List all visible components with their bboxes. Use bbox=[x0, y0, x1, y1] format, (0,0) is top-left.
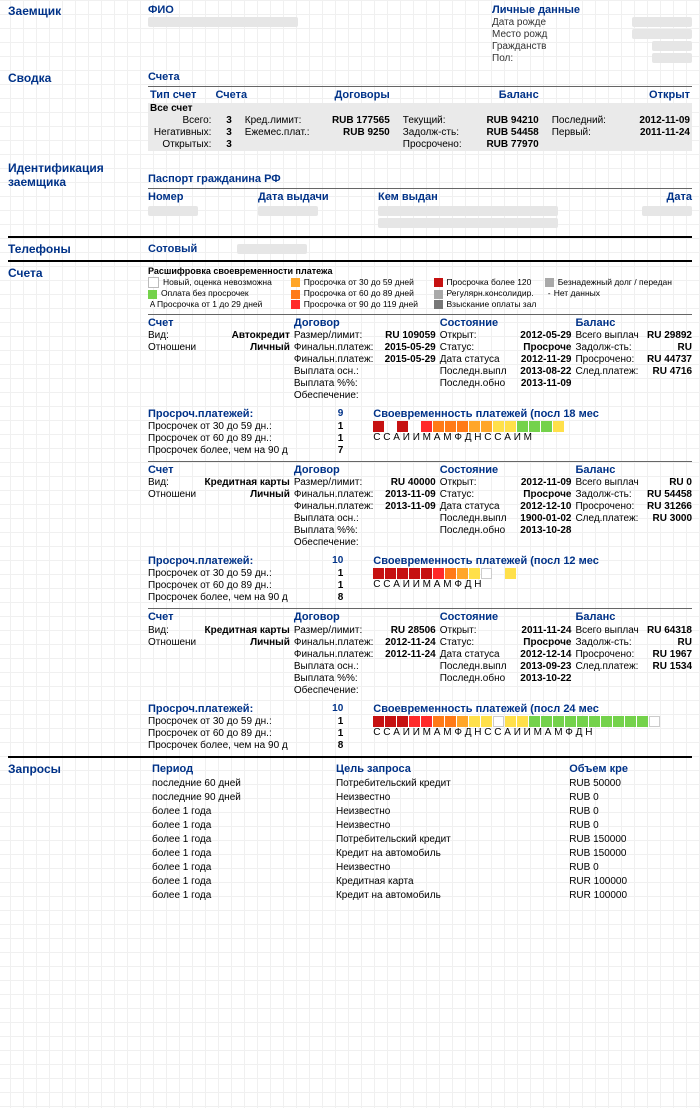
accounts-subheader: Счета bbox=[148, 71, 692, 84]
fio-label: ФИО bbox=[148, 4, 298, 17]
inquiry-row: более 1 годаНеизвестноRUB 0 bbox=[148, 861, 692, 875]
summary-header: Сводка bbox=[8, 71, 148, 150]
inquiry-row: более 1 годаПотребительский кредитRUB 15… bbox=[148, 833, 692, 847]
payment-timeline bbox=[373, 568, 692, 579]
gender-value bbox=[652, 53, 692, 63]
identification-header: Идентификация заемщика bbox=[8, 161, 148, 232]
inquiry-row: более 1 годаНеизвестноRUB 0 bbox=[148, 805, 692, 819]
accounts-header: Счета bbox=[8, 266, 148, 751]
payment-timeline bbox=[373, 716, 692, 727]
inquiry-row: более 1 годаКредитная картаRUR 100000 bbox=[148, 875, 692, 889]
account-block: Счет Вид:Кредитная карты ОтношениЛичный … bbox=[148, 608, 692, 751]
legend-item: Просрочка от 60 до 89 дней bbox=[291, 288, 428, 299]
legend-item: -Нет данных bbox=[545, 288, 692, 299]
legend-item: АПросрочка от 1 до 29 дней bbox=[148, 299, 285, 310]
identification-section: Идентификация заемщика Паспорт гражданин… bbox=[8, 161, 692, 232]
inquiries-table: ПериодЦель запросаОбъем кре последние 60… bbox=[148, 762, 692, 903]
account-block: Счет Вид:Автокредит ОтношениЛичный Догов… bbox=[148, 314, 692, 457]
fio-value bbox=[148, 17, 298, 27]
legend-item: Регулярн.консолидир. bbox=[434, 288, 539, 299]
summary-section: Сводка Счета Тип счет Счета Договоры Бал… bbox=[8, 71, 692, 150]
phones-section: Телефоны Сотовый bbox=[8, 242, 692, 256]
phone-value bbox=[237, 244, 307, 254]
inquiry-row: более 1 годаНеизвестноRUB 0 bbox=[148, 819, 692, 833]
legend-item: Оплата без просрочек bbox=[148, 288, 285, 299]
inquiry-row: более 1 годаКредит на автомобильRUB 1500… bbox=[148, 847, 692, 861]
legend-item: Просрочка от 90 до 119 дней bbox=[291, 299, 428, 310]
summary-table: Тип счет Счета Договоры Баланс Открыт Вс… bbox=[148, 89, 692, 150]
payment-legend: Новый, оценка невозможна Просрочка от 30 … bbox=[148, 277, 692, 309]
legend-item: Взыскание оплаты зал bbox=[434, 299, 539, 310]
citizenship-value bbox=[652, 41, 692, 51]
inquiry-row: последние 60 днейПотребительский кредитR… bbox=[148, 777, 692, 791]
legend-item: Просрочка более 120 bbox=[434, 277, 539, 288]
phones-header: Телефоны bbox=[8, 242, 148, 256]
account-block: Счет Вид:Кредитная карты ОтношениЛичный … bbox=[148, 461, 692, 604]
payment-timeline bbox=[373, 421, 692, 432]
borrower-header: Заемщик bbox=[8, 4, 148, 65]
personal-data-label: Личные данные bbox=[492, 4, 692, 17]
legend-item: Безнадежный долг / передан bbox=[545, 277, 692, 288]
legend-item: Новый, оценка невозможна bbox=[148, 277, 285, 288]
inquiry-row: последние 90 днейНеизвестноRUB 0 bbox=[148, 791, 692, 805]
inquiries-header: Запросы bbox=[8, 762, 148, 903]
inquiries-section: Запросы ПериодЦель запросаОбъем кре посл… bbox=[8, 762, 692, 903]
pob-value bbox=[632, 29, 692, 39]
dob-value bbox=[632, 17, 692, 27]
borrower-section: Заемщик ФИО Личные данные Дата рожде Мес… bbox=[8, 4, 692, 65]
legend-item: Просрочка от 30 до 59 дней bbox=[291, 277, 428, 288]
inquiry-row: более 1 годаКредит на автомобильRUR 1000… bbox=[148, 889, 692, 903]
summary-row-all: Все счет bbox=[148, 103, 692, 115]
accounts-section: Счета Расшифровка своевременности платеж… bbox=[8, 266, 692, 751]
